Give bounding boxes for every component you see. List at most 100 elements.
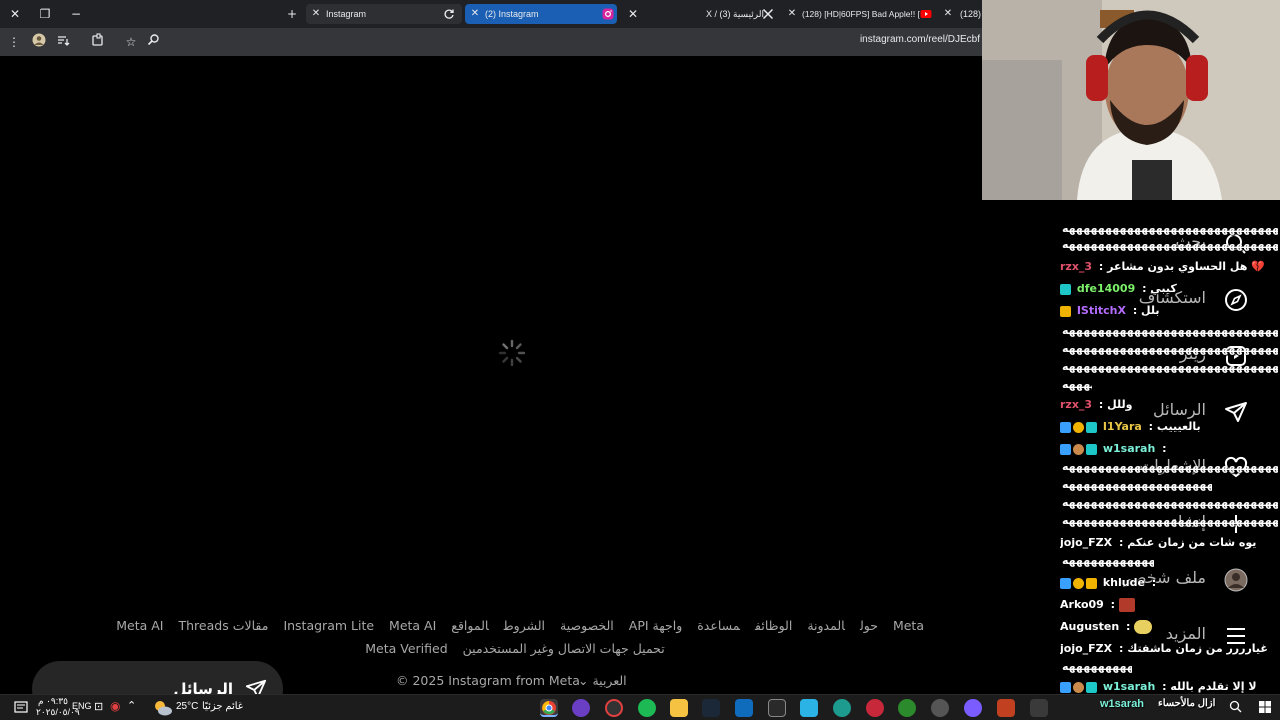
footer-link-threads[interactable]: Threads <box>179 618 229 633</box>
chrome-taskbar-icon[interactable] <box>540 699 558 717</box>
chat-text: كيبي <box>1150 282 1177 295</box>
copyright-text: © 2025 Instagram from Meta <box>396 673 580 688</box>
outlook-taskbar-icon[interactable] <box>735 699 753 717</box>
chat-message: rzx_3 : هل الحساوي بدون مشاعر 💔 <box>1060 260 1265 273</box>
profile-avatar[interactable] <box>30 33 48 51</box>
edge-taskbar-icon[interactable] <box>833 699 851 717</box>
badge-icon <box>1073 443 1084 455</box>
footer-link-locations[interactable]: المواقع <box>451 618 488 633</box>
chat-message: rzx_3 : وللل <box>1060 398 1133 411</box>
chat-message: dfe14009 : كيبي <box>1060 278 1276 300</box>
extensions-icon[interactable] <box>89 33 107 51</box>
chat-spam-line: هههههههههههههههههههههههههههههههههههههههه… <box>1062 360 1278 373</box>
tab-close-icon[interactable]: ✕ <box>942 4 954 24</box>
footer-link-terms[interactable]: الشروط <box>504 618 545 633</box>
chat-username: rzx_3 <box>1060 260 1093 273</box>
task-view-icon[interactable] <box>1030 699 1048 717</box>
badge-icon <box>1073 577 1084 589</box>
app-taskbar-icon[interactable] <box>572 699 590 717</box>
notification-center-icon[interactable] <box>14 701 28 715</box>
footer-link-contact-upload[interactable]: تحميل جهات الاتصال وغير المستخدمين <box>463 641 665 656</box>
footer-link-instagram-lite[interactable]: Instagram Lite <box>283 618 374 633</box>
footer-link-about[interactable]: حول <box>860 618 878 633</box>
windows-start-icon[interactable] <box>1258 700 1272 714</box>
badge-icon <box>1073 421 1084 433</box>
steam-taskbar-icon[interactable] <box>702 699 720 717</box>
xbox-taskbar-icon[interactable] <box>898 699 916 717</box>
display-icon[interactable]: ⊡ <box>94 700 103 713</box>
zoom-icon[interactable] <box>144 33 162 51</box>
footer-links-row: Meta حول المدونة الوظائف مساعدة واجهة API الخص… <box>104 615 924 633</box>
footer-link-api[interactable]: واجهة API <box>629 618 682 633</box>
app-taskbar-icon[interactable] <box>997 699 1015 717</box>
tab-close-icon[interactable]: ✕ <box>310 4 322 24</box>
chat-username: jojo_FZX <box>1060 642 1113 655</box>
weather-temperature[interactable]: 25°C <box>176 701 198 712</box>
badge-icon <box>1060 577 1071 589</box>
language-select[interactable]: ⌄ العربية <box>578 673 627 691</box>
footer-link-meta-verified[interactable]: Meta Verified <box>365 641 447 656</box>
footer-link-meta[interactable]: Meta <box>893 618 924 633</box>
reload-icon[interactable] <box>443 8 455 20</box>
search-icon[interactable] <box>1229 700 1242 713</box>
tab-close-icon[interactable]: ✕ <box>623 4 643 24</box>
chat-username: w1sarah <box>1102 680 1156 693</box>
footer-link-blog[interactable]: المدونة <box>807 618 845 633</box>
tab-close-icon[interactable]: ✕ <box>469 4 481 24</box>
tab-youtube[interactable]: ✕ (128) [HD|60FPS] Bad Apple!! [ <box>784 4 934 24</box>
chat-text: هل الحساوي بدون مشاعر <box>1107 260 1248 273</box>
bookmark-star-icon[interactable]: ☆ <box>122 33 140 51</box>
menu-dots-icon[interactable]: ⋮ <box>5 33 23 51</box>
tab-instagram-active[interactable]: ✕ (2) Instagram <box>465 4 617 24</box>
window-restore-button[interactable]: ❐ <box>35 4 55 24</box>
reading-list-icon[interactable] <box>54 33 72 51</box>
footer-link-jobs[interactable]: الوظائف <box>755 618 792 633</box>
instagram-page: Meta حول المدونة الوظائف مساعدة واجهة API الخص… <box>0 56 982 717</box>
chat-text: بالعيييب <box>1156 420 1201 433</box>
weather-cloud-icon[interactable] <box>153 699 173 717</box>
tab-title: (2) Instagram <box>485 9 539 19</box>
chat-spam-line: هههههههههههههههههههههههههههههههههههههههه… <box>1062 342 1278 355</box>
window-close-button[interactable]: ✕ <box>5 4 25 24</box>
footer-link-help[interactable]: مساعدة <box>697 618 740 633</box>
chat-spam-line: هههههههههههههههههههههههههههههههههههههههه… <box>1062 514 1278 527</box>
copilot-taskbar-icon[interactable] <box>964 699 982 717</box>
address-bar[interactable]: instagram.com/reel/DJEcbf <box>860 34 980 45</box>
youtube-favicon-icon <box>920 10 932 18</box>
app-taskbar-icon[interactable] <box>800 699 818 717</box>
tab-instagram[interactable]: ✕ Instagram <box>306 4 462 24</box>
chat-username: Arko09 <box>1060 598 1104 611</box>
chat-username: rzx_3 <box>1060 398 1093 411</box>
input-language[interactable]: ENG <box>72 701 92 711</box>
language-label: العربية <box>592 673 627 688</box>
new-tab-button[interactable]: + <box>282 4 302 24</box>
badge-icon <box>1060 421 1071 433</box>
obs-taskbar-icon[interactable] <box>605 699 623 717</box>
clock-time[interactable]: ٠٩:٣٥ م <box>38 696 68 707</box>
tab-youtube-2[interactable]: ✕ (128) <box>940 4 982 24</box>
app-taskbar-icon[interactable] <box>866 699 884 717</box>
store-taskbar-icon[interactable] <box>768 699 786 717</box>
badge-icon <box>1073 681 1084 693</box>
settings-taskbar-icon[interactable] <box>931 699 949 717</box>
chat-message: w1sarah : <box>1060 438 1276 460</box>
tab-x[interactable]: X / (3) الرئيسية <box>700 4 778 24</box>
tab-title: (128) [HD|60FPS] Bad Apple!! [ <box>802 9 920 19</box>
subscriber-badge-icon <box>1086 443 1097 455</box>
emote-icon <box>1118 598 1135 612</box>
chat-text: وللل <box>1107 398 1133 411</box>
chat-username: w1sarah <box>1102 442 1156 455</box>
broken-heart-icon: 💔 <box>1251 260 1265 273</box>
weather-condition[interactable]: غائم جزئيًا <box>202 701 243 712</box>
footer-link-privacy[interactable]: الخصوصية <box>560 618 614 633</box>
spotify-taskbar-icon[interactable] <box>638 699 656 717</box>
window-minimize-button[interactable]: − <box>66 4 86 24</box>
file-explorer-taskbar-icon[interactable] <box>670 699 688 717</box>
tab-title: X / (3) الرئيسية <box>706 9 765 19</box>
tab-close-icon[interactable]: ✕ <box>786 4 798 24</box>
footer-link-meta-ai[interactable]: Meta AI <box>389 618 436 633</box>
chevron-up-icon[interactable]: ⌃ <box>127 699 136 712</box>
volume-icon[interactable]: ◉ <box>110 699 120 713</box>
subscriber-badge-icon <box>1086 421 1097 433</box>
webcam-overlay <box>982 0 1280 200</box>
